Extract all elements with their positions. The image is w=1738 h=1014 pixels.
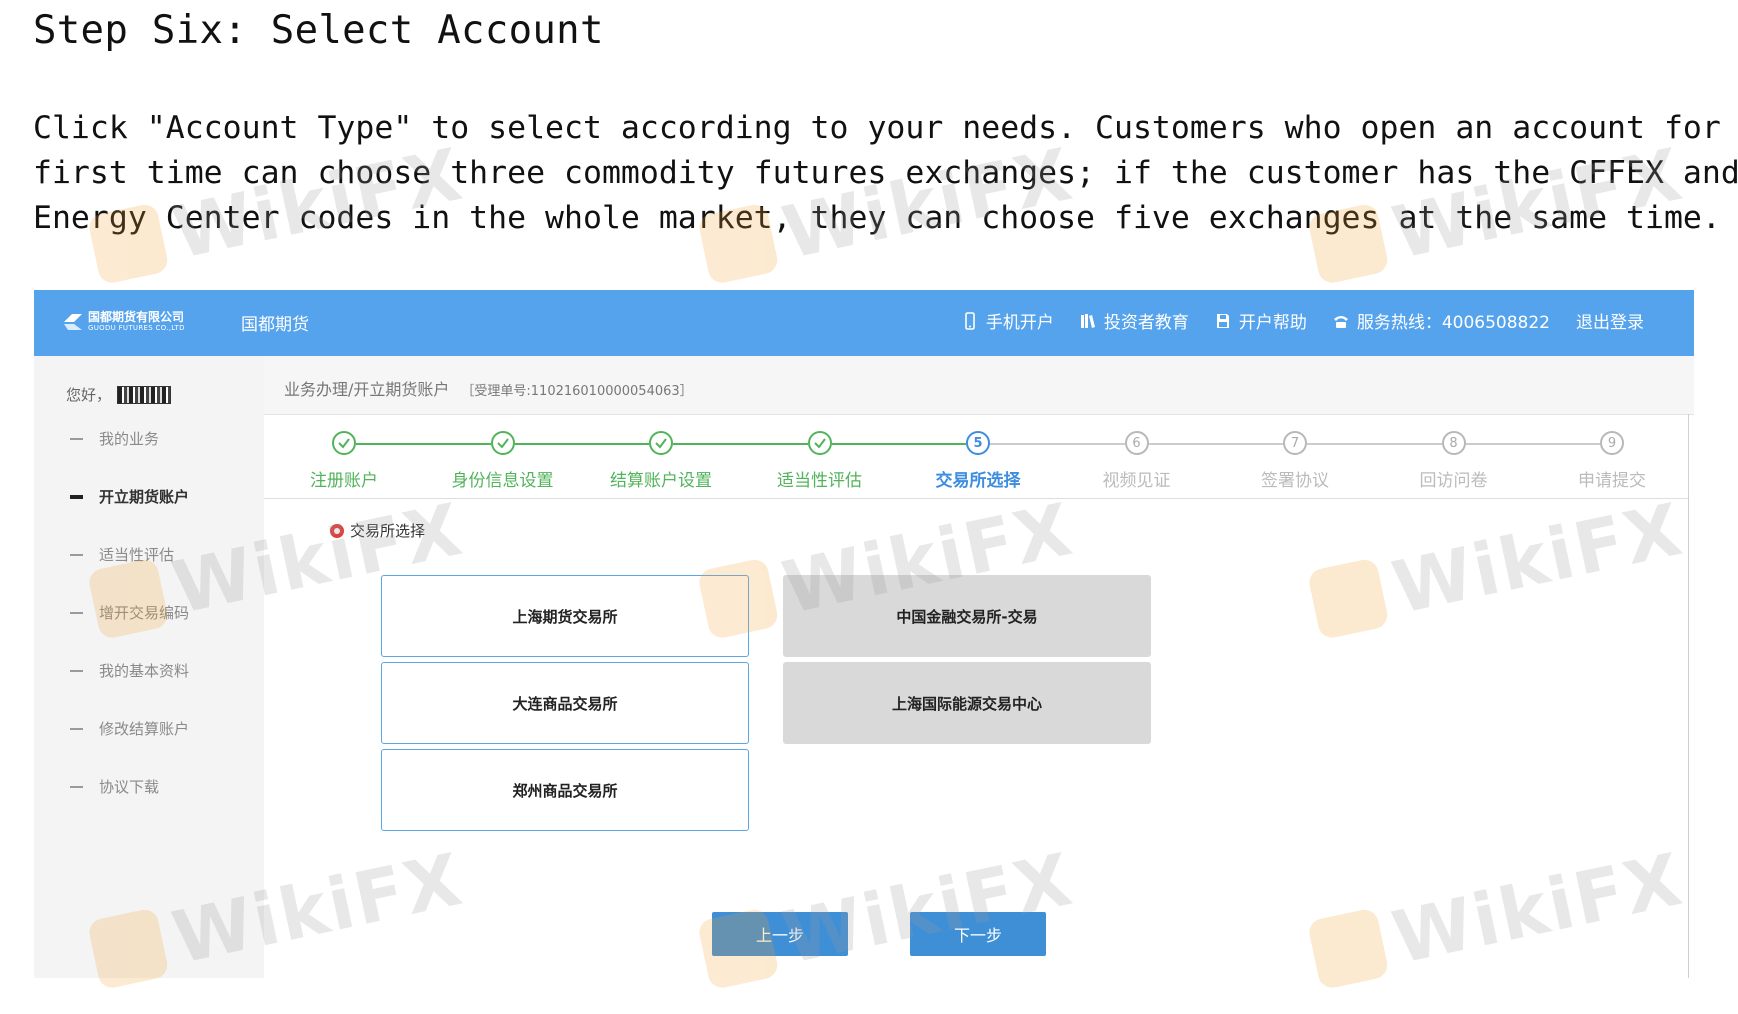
nav-label: 退出登录 xyxy=(1576,313,1644,333)
step-indicator: 9 xyxy=(1600,431,1624,455)
dash-icon xyxy=(70,437,83,440)
doc-paragraph-line: Energy Center codes in the whole market,… xyxy=(33,200,1721,236)
exchange-option-shfe[interactable]: 上海期货交易所 xyxy=(381,575,749,657)
sidebar-item-agreement-download[interactable]: 协议下载 xyxy=(70,776,159,797)
breadcrumb: 业务办理/开立期货账户 ［受理单号:110216010000054063］ xyxy=(284,376,693,400)
doc-title: Step Six: Select Account xyxy=(33,8,604,53)
nav-label: 服务热线：4006508822 xyxy=(1356,313,1550,333)
top-nav-bar: 国都期货有限公司 GUODU FUTURES CO.,LTD 国都期货 手机开户… xyxy=(34,290,1694,356)
step-label: 视频见证 xyxy=(1102,471,1171,491)
section-heading-text: 交易所选择 xyxy=(350,522,426,540)
exchange-option-ine[interactable]: 上海国际能源交易中心 xyxy=(783,662,1151,744)
sidebar-item-open-futures-account[interactable]: 开立期货账户 xyxy=(70,486,189,507)
radio-indicator-icon xyxy=(330,523,344,538)
top-nav: 手机开户 投资者教育 开户帮助 服务热线：4006508822 退出登录 xyxy=(962,308,1644,333)
check-icon xyxy=(496,438,509,449)
step-label: 适当性评估 xyxy=(777,471,862,491)
sidebar: 您好， 我的业务 开立期货账户 适当性评估 增开交易编码 我的基本资料 修改结算… xyxy=(34,356,264,978)
sidebar-item-label: 适当性评估 xyxy=(99,546,175,564)
next-step-button[interactable]: 下一步 xyxy=(910,912,1046,956)
step-connector xyxy=(990,443,1125,445)
step-label: 身份信息设置 xyxy=(451,471,554,491)
dash-icon xyxy=(70,727,83,730)
step-label: 结算账户设置 xyxy=(610,471,712,491)
sidebar-item-label: 增开交易编码 xyxy=(99,604,190,622)
check-icon xyxy=(655,438,667,449)
step-connector xyxy=(831,443,966,445)
logo-text-en: GUODU FUTURES CO.,LTD xyxy=(88,324,185,332)
step-connector xyxy=(356,443,491,445)
redacted-username xyxy=(117,385,172,404)
doc-paragraph: Click "Account Type" to select according… xyxy=(33,106,1738,241)
sidebar-item-settlement-account[interactable]: 修改结算账户 xyxy=(70,718,189,739)
step-connector xyxy=(514,443,649,445)
account-opening-screenshot: 国都期货有限公司 GUODU FUTURES CO.,LTD 国都期货 手机开户… xyxy=(34,290,1694,978)
doc-paragraph-line: first time can choose three commodity fu… xyxy=(33,155,1738,191)
step-indicator xyxy=(332,431,356,455)
dash-icon xyxy=(70,553,83,556)
nav-account-help[interactable]: 开户帮助 xyxy=(1215,308,1307,333)
step-indicator: 7 xyxy=(1283,431,1307,455)
step-connector xyxy=(1307,443,1442,445)
books-icon xyxy=(1080,313,1095,328)
step-indicator xyxy=(490,431,515,455)
logo-text-cn: 国都期货有限公司 xyxy=(88,310,185,324)
exchange-option-czce[interactable]: 郑州商品交易所 xyxy=(381,749,749,831)
sidebar-item-label: 我的基本资料 xyxy=(99,662,190,680)
step-label: 注册账户 xyxy=(310,471,378,491)
dash-icon xyxy=(70,494,83,499)
breadcrumb-path[interactable]: 业务办理/开立期货账户 xyxy=(284,380,449,399)
phone-icon xyxy=(965,311,975,330)
nav-label: 手机开户 xyxy=(985,313,1054,333)
nav-logout[interactable]: 退出登录 xyxy=(1576,308,1644,333)
step-connector xyxy=(1465,443,1600,445)
dash-icon xyxy=(70,611,83,614)
sidebar-item-label: 协议下载 xyxy=(99,778,160,796)
main-content: 业务办理/开立期货账户 ［受理单号:110216010000054063］ 注册账… xyxy=(264,356,1694,978)
telephone-icon xyxy=(1333,315,1348,328)
step-indicator: 8 xyxy=(1441,431,1466,455)
exchange-option-dce[interactable]: 大连商品交易所 xyxy=(381,662,749,744)
sidebar-item-label: 开立期货账户 xyxy=(99,488,190,506)
doc-paragraph-line: Click "Account Type" to select according… xyxy=(33,110,1738,146)
sidebar-item-label: 我的业务 xyxy=(99,430,160,448)
logo-mark-icon xyxy=(64,314,82,330)
sidebar-item-my-business[interactable]: 我的业务 xyxy=(70,428,159,449)
nav-label: 投资者教育 xyxy=(1103,313,1189,333)
user-greeting: 您好， xyxy=(66,384,172,405)
sidebar-item-basic-info[interactable]: 我的基本资料 xyxy=(70,660,189,681)
step-indicator xyxy=(649,431,673,455)
company-logo[interactable]: 国都期货有限公司 GUODU FUTURES CO.,LTD xyxy=(62,308,212,338)
nav-service-hotline[interactable]: 服务热线：4006508822 xyxy=(1333,308,1550,333)
nav-investor-education[interactable]: 投资者教育 xyxy=(1080,308,1189,333)
exchange-option-cffex[interactable]: 中国金融交易所-交易 xyxy=(783,575,1151,657)
step-indicator xyxy=(807,431,832,455)
content-border xyxy=(1688,498,1689,978)
step-label: 申请提交 xyxy=(1578,471,1646,491)
step-label: 签署协议 xyxy=(1261,471,1329,491)
step-connector xyxy=(1148,443,1283,445)
sidebar-item-suitability[interactable]: 适当性评估 xyxy=(70,544,174,565)
check-icon xyxy=(338,438,350,449)
breadcrumb-bar: 业务办理/开立期货账户 ［受理单号:110216010000054063］ xyxy=(264,356,1694,415)
step-indicator: 6 xyxy=(1124,431,1149,455)
step-indicator: 5 xyxy=(966,431,990,455)
section-heading: 交易所选择 xyxy=(330,520,425,541)
save-icon xyxy=(1216,313,1229,328)
step-connector xyxy=(673,443,808,445)
brand-name[interactable]: 国都期货 xyxy=(241,310,309,335)
step-label: 交易所选择 xyxy=(935,471,1021,491)
dash-icon xyxy=(70,669,83,672)
sidebar-item-label: 修改结算账户 xyxy=(99,720,190,738)
sidebar-item-add-trading-code[interactable]: 增开交易编码 xyxy=(70,602,189,623)
order-number: ［受理单号:110216010000054063］ xyxy=(461,384,693,399)
nav-mobile-open[interactable]: 手机开户 xyxy=(962,308,1054,333)
nav-label: 开户帮助 xyxy=(1238,313,1307,333)
step-label: 回访问卷 xyxy=(1419,471,1488,491)
dash-icon xyxy=(70,785,83,788)
greeting-text: 您好， xyxy=(66,386,112,404)
progress-steps: 注册账户 身份信息设置 结算账户设置 适当性评估 5 交易所选择 6 视频见证 7 签署协议 8 回访… xyxy=(264,414,1689,499)
check-icon xyxy=(813,438,826,449)
prev-step-button[interactable]: 上一步 xyxy=(712,912,848,956)
